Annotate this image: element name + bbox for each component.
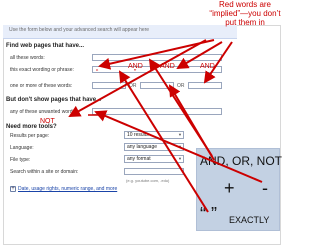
arrow-to-any-words: [168, 84, 215, 161]
arrow-from-callout-3: [98, 39, 215, 70]
arrow-to-unwanted-words: [94, 110, 263, 183]
arrow-to-exact-phrase: [118, 70, 209, 213]
arrow-from-callout-4: [68, 39, 207, 117]
arrow-from-callout-1: [203, 41, 233, 84]
annotation-arrows: [68, 39, 263, 213]
